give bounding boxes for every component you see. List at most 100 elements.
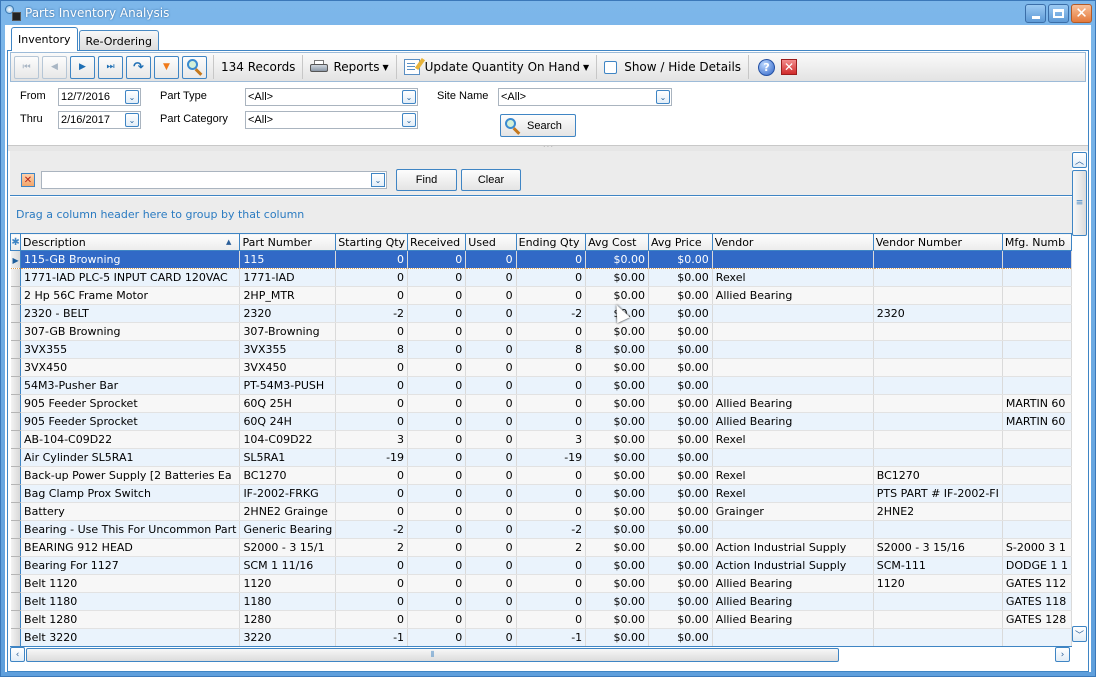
cell-vendor[interactable]: Grainger bbox=[712, 502, 874, 521]
cell-vendor[interactable]: Allied Bearing bbox=[712, 412, 874, 431]
cell-used[interactable]: 0 bbox=[465, 538, 517, 557]
cell-used[interactable]: 0 bbox=[465, 340, 517, 359]
table-row[interactable]: Belt 1180 1180 0 0 0 0 $0.00 $0.00 Allied Bearin… bbox=[10, 592, 1072, 611]
cell-description[interactable]: Bearing For 1127 bbox=[20, 556, 241, 575]
cell-part-number[interactable]: 60Q 25H bbox=[239, 394, 337, 413]
cell-received[interactable]: 0 bbox=[407, 394, 467, 413]
from-date-picker[interactable]: 12/7/2016 ⌄ bbox=[58, 88, 141, 106]
cell-vendor-number[interactable]: 2320 bbox=[873, 304, 1003, 323]
scroll-up-button[interactable]: ︿ bbox=[1072, 152, 1087, 168]
cell-received[interactable]: 0 bbox=[407, 304, 467, 323]
cell-received[interactable]: 0 bbox=[407, 484, 467, 503]
cell-avg-cost[interactable]: $0.00 bbox=[585, 592, 649, 611]
cell-avg-cost[interactable]: $0.00 bbox=[585, 520, 649, 539]
cell-mfg-numb[interactable]: MARTIN 60 bbox=[1002, 394, 1072, 413]
cell-vendor[interactable]: Allied Bearing bbox=[712, 394, 874, 413]
cell-vendor-number[interactable]: SCM-111 bbox=[873, 556, 1003, 575]
cell-vendor[interactable] bbox=[712, 322, 874, 341]
cell-part-number[interactable]: 1180 bbox=[239, 592, 337, 611]
table-row[interactable]: 2 Hp 56C Frame Motor 2HP_MTR 0 0 0 0 $0.00 $0.0… bbox=[10, 286, 1072, 305]
cell-ending-qty[interactable]: 8 bbox=[516, 340, 587, 359]
table-row[interactable]: BEARING 912 HEAD S2000 - 3 15/1 2 0 0 2 $0.00 $… bbox=[10, 538, 1072, 557]
cell-vendor-number[interactable]: 1120 bbox=[873, 574, 1003, 593]
show-hide-checkbox[interactable] bbox=[604, 60, 618, 74]
cell-avg-cost[interactable]: $0.00 bbox=[585, 268, 649, 287]
cell-received[interactable]: 0 bbox=[407, 268, 467, 287]
cell-avg-price[interactable]: $0.00 bbox=[648, 628, 713, 646]
table-row[interactable]: 307-GB Browning 307-Browning 0 0 0 0 $0.00 $0.0… bbox=[10, 322, 1072, 341]
row-indicator[interactable] bbox=[10, 592, 22, 611]
cell-description[interactable]: AB-104-C09D22 bbox=[20, 430, 241, 449]
cell-used[interactable]: 0 bbox=[465, 520, 517, 539]
column-header-avg-price[interactable]: Avg Price bbox=[647, 233, 713, 251]
cell-starting-qty[interactable]: 8 bbox=[335, 340, 409, 359]
row-indicator[interactable] bbox=[10, 502, 22, 521]
scroll-right-button[interactable]: › bbox=[1055, 647, 1070, 662]
cell-part-number[interactable]: 1280 bbox=[239, 610, 337, 629]
row-indicator[interactable] bbox=[10, 322, 22, 341]
cell-avg-price[interactable]: $0.00 bbox=[648, 358, 713, 377]
cell-received[interactable]: 0 bbox=[407, 520, 467, 539]
cell-description[interactable]: Bearing - Use This For Uncommon Part bbox=[20, 520, 241, 539]
cell-vendor-number[interactable]: S2000 - 3 15/16 bbox=[873, 538, 1003, 557]
cell-description[interactable]: 307-GB Browning bbox=[20, 322, 241, 341]
cell-vendor-number[interactable] bbox=[873, 376, 1003, 395]
site-name-select[interactable]: <All> ⌄ bbox=[498, 88, 672, 106]
table-row[interactable]: 3VX355 3VX355 8 0 0 8 $0.00 $0.00 bbox=[10, 340, 1072, 359]
filter-button[interactable]: ▼ bbox=[154, 55, 179, 79]
column-header-vendor[interactable]: Vendor bbox=[711, 233, 874, 251]
cell-vendor-number[interactable] bbox=[873, 250, 1003, 269]
table-row[interactable]: Air Cylinder SL5RA1 SL5RA1 -19 0 0 -19 $0.00 $0… bbox=[10, 448, 1072, 467]
cell-received[interactable]: 0 bbox=[407, 376, 467, 395]
cell-starting-qty[interactable]: 0 bbox=[335, 268, 409, 287]
first-record-button[interactable]: ⏮ bbox=[14, 55, 39, 79]
cell-vendor-number[interactable] bbox=[873, 448, 1003, 467]
cell-part-number[interactable]: 2HNE2 Grainge bbox=[239, 502, 337, 521]
row-indicator[interactable] bbox=[10, 430, 22, 449]
cell-avg-price[interactable]: $0.00 bbox=[648, 502, 713, 521]
cell-vendor-number[interactable] bbox=[873, 520, 1003, 539]
cell-avg-price[interactable]: $0.00 bbox=[648, 322, 713, 341]
cell-received[interactable]: 0 bbox=[407, 466, 467, 485]
table-row[interactable]: Bag Clamp Prox Switch IF-2002-FRKG 0 0 0 0 $0.… bbox=[10, 484, 1072, 503]
cell-description[interactable]: 905 Feeder Sprocket bbox=[20, 394, 241, 413]
cell-vendor[interactable] bbox=[712, 304, 874, 323]
row-indicator[interactable]: ▶ bbox=[10, 250, 22, 269]
close-find-panel-icon[interactable]: ✕ bbox=[21, 173, 35, 187]
chevron-down-icon[interactable]: ⌄ bbox=[125, 113, 139, 127]
table-row[interactable]: 905 Feeder Sprocket 60Q 24H 0 0 0 0 $0.00 $0.00… bbox=[10, 412, 1072, 431]
cell-avg-cost[interactable]: $0.00 bbox=[585, 376, 649, 395]
horizontal-scroll-thumb[interactable]: ⦀ bbox=[26, 648, 839, 662]
cell-vendor-number[interactable] bbox=[873, 358, 1003, 377]
cell-used[interactable]: 0 bbox=[465, 574, 517, 593]
table-row[interactable]: 905 Feeder Sprocket 60Q 25H 0 0 0 0 $0.00 $0.00… bbox=[10, 394, 1072, 413]
row-indicator[interactable] bbox=[10, 538, 22, 557]
cell-vendor-number[interactable] bbox=[873, 430, 1003, 449]
cell-starting-qty[interactable]: 0 bbox=[335, 592, 409, 611]
cell-received[interactable]: 0 bbox=[407, 592, 467, 611]
group-by-panel[interactable]: Drag a column header here to group by th… bbox=[10, 197, 1072, 233]
cell-vendor-number[interactable] bbox=[873, 610, 1003, 629]
cell-avg-cost[interactable]: $0.00 bbox=[585, 250, 649, 269]
find-button[interactable]: Find bbox=[396, 169, 457, 191]
chevron-down-icon[interactable]: ⌄ bbox=[125, 90, 139, 104]
cell-mfg-numb[interactable]: MARTIN 60 bbox=[1002, 412, 1072, 431]
cell-used[interactable]: 0 bbox=[465, 610, 517, 629]
cell-avg-cost[interactable]: $0.00 bbox=[585, 538, 649, 557]
update-quantity-dropdown[interactable]: Update Quantity On Hand ▼ bbox=[400, 55, 594, 79]
cell-part-number[interactable]: 1120 bbox=[239, 574, 337, 593]
cell-avg-cost[interactable]: $0.00 bbox=[585, 340, 649, 359]
tab-inventory[interactable]: Inventory bbox=[11, 27, 78, 51]
row-indicator[interactable] bbox=[10, 304, 22, 323]
cell-avg-cost[interactable]: $0.00 bbox=[585, 394, 649, 413]
cell-used[interactable]: 0 bbox=[465, 286, 517, 305]
cell-starting-qty[interactable]: 0 bbox=[335, 412, 409, 431]
cell-received[interactable]: 0 bbox=[407, 628, 467, 646]
cell-avg-price[interactable]: $0.00 bbox=[648, 412, 713, 431]
vertical-scrollbar[interactable]: ︿ ≡ ﹀ bbox=[1072, 152, 1087, 646]
cell-used[interactable]: 0 bbox=[465, 268, 517, 287]
cell-received[interactable]: 0 bbox=[407, 412, 467, 431]
cell-starting-qty[interactable]: 0 bbox=[335, 358, 409, 377]
cell-mfg-numb[interactable] bbox=[1002, 430, 1072, 449]
cell-vendor[interactable]: Allied Bearing bbox=[712, 610, 874, 629]
